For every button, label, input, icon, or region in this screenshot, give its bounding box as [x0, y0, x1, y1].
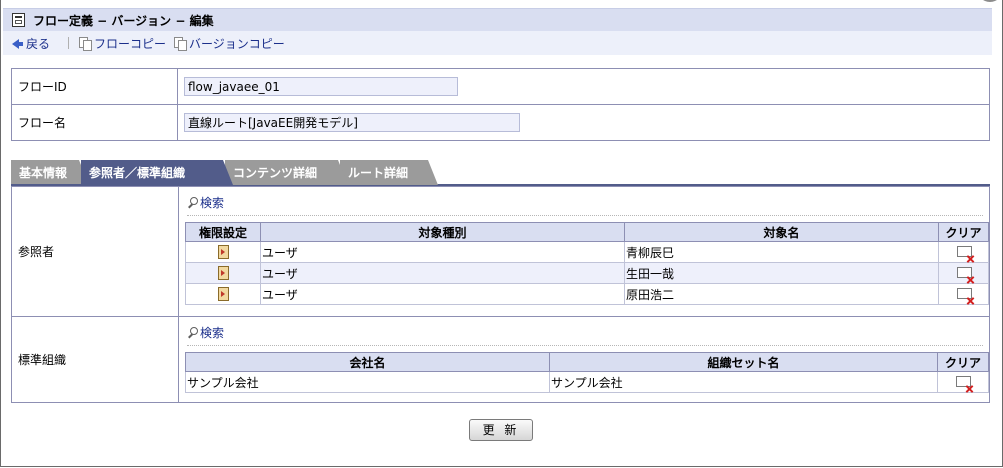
toolbar: 戻る フローコピー バージョンコピー [3, 31, 992, 55]
org-set-name: サンプル会社 [549, 371, 938, 393]
tab-basic-info[interactable]: 基本情報 [11, 160, 89, 185]
target-type: ユーザ [260, 262, 625, 284]
tab-bar: 基本情報 参照者／標準組織 コンテンツ詳細 ルート詳細 [11, 157, 990, 187]
table-row: ユーザ 原田浩二 [185, 283, 989, 305]
target-name: 青柳辰巳 [624, 241, 939, 263]
tab-referrers-org[interactable]: 参照者／標準組織 [81, 160, 233, 185]
flow-name-field[interactable]: 直線ルート[JavaEE開発モデル] [184, 113, 520, 132]
column-header: 権限設定 [185, 222, 261, 242]
column-header: 対象名 [624, 222, 939, 242]
version-copy-label: バージョンコピー [189, 37, 285, 51]
search-icon [187, 197, 198, 208]
target-name: 原田浩二 [624, 283, 939, 305]
column-header: 会社名 [185, 352, 550, 372]
clear-icon[interactable] [956, 246, 972, 257]
flow-id-field[interactable]: flow_javaee_01 [184, 77, 458, 96]
toolbar-divider [68, 37, 69, 49]
column-header: クリア [938, 222, 989, 242]
table-row: ユーザ 青柳辰巳 [185, 241, 989, 263]
referrers-label: 参照者 [11, 186, 179, 317]
version-copy-button[interactable]: バージョンコピー [174, 35, 285, 52]
referrers-table: 権限設定 対象種別 対象名 クリア ユーザ 青柳辰巳 ユーザ 生田一哉 ユーザ … [185, 222, 989, 305]
flow-copy-button[interactable]: フローコピー [79, 35, 166, 52]
column-header: 対象種別 [260, 222, 625, 242]
title-bar: フロー定義 − バージョン − 編集 [3, 8, 992, 31]
doc-icon [12, 13, 25, 27]
standard-org-label: 標準組織 [11, 316, 179, 403]
tab-route-detail[interactable]: ルート詳細 [340, 160, 438, 185]
standard-org-search-label: 検索 [200, 326, 225, 340]
table-row: サンプル会社 サンプル会社 [185, 371, 989, 393]
permission-icon[interactable] [218, 265, 229, 280]
permission-icon[interactable] [218, 286, 229, 301]
tab-content-detail[interactable]: コンテンツ詳細 [225, 160, 348, 185]
referrers-search-label: 検索 [200, 196, 225, 210]
back-button[interactable]: 戻る [12, 35, 50, 52]
standard-org-search-link[interactable]: 検索 [187, 324, 983, 346]
permission-icon[interactable] [218, 244, 229, 259]
flow-info-table: フローID flow_javaee_01 フロー名 直線ルート[JavaEE開発… [11, 68, 990, 141]
target-name: 生田一哉 [624, 262, 939, 284]
clear-icon[interactable] [956, 288, 972, 299]
flow-id-label: フローID [11, 68, 178, 105]
target-type: ユーザ [260, 283, 625, 305]
table-row: ユーザ 生田一哉 [185, 262, 989, 284]
flow-name-label: フロー名 [11, 104, 178, 141]
page-title: フロー定義 − バージョン − 編集 [33, 14, 214, 28]
referrers-search-link[interactable]: 検索 [187, 194, 983, 216]
column-header: クリア [937, 352, 989, 372]
clear-icon[interactable] [956, 267, 972, 278]
company-name: サンプル会社 [185, 371, 550, 393]
flow-copy-label: フローコピー [94, 37, 167, 51]
standard-org-table: 会社名 組織セット名 クリア サンプル会社 サンプル会社 [185, 352, 989, 393]
copy-icon [174, 37, 187, 51]
copy-icon [79, 37, 92, 51]
target-type: ユーザ [260, 241, 625, 263]
column-header: 組織セット名 [549, 352, 938, 372]
search-icon [187, 327, 198, 338]
back-label: 戻る [26, 37, 51, 51]
tab-content-table: 参照者 検索 権限設定 対象種別 対象名 クリア ユーザ 青柳辰巳 ユーザ 生田… [11, 186, 990, 403]
update-button[interactable]: 更 新 [469, 419, 533, 441]
clear-icon[interactable] [956, 376, 971, 387]
